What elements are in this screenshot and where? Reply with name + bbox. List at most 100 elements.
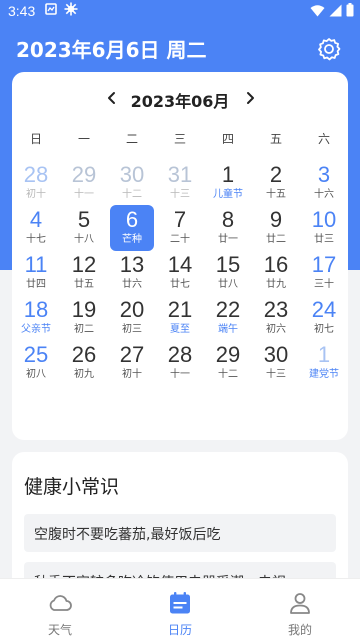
day-number: 28 bbox=[167, 342, 193, 367]
day-cell[interactable]: 17 三十 bbox=[300, 252, 348, 297]
week-row: 4 十七 5 十八 6 芒种 7 二十 8 廿一 9 廿二 10 廿三 bbox=[12, 205, 348, 252]
day-cell[interactable]: 3 十六 bbox=[300, 162, 348, 207]
lunar-label: 初三 bbox=[122, 324, 142, 335]
day-cell[interactable]: 29 十二 bbox=[204, 342, 252, 387]
day-cell[interactable]: 1 建党节 bbox=[300, 342, 348, 387]
signal-icon bbox=[329, 4, 342, 16]
day-cell[interactable]: 31 十三 bbox=[156, 162, 204, 207]
month-navigation: 2023年06月 bbox=[12, 86, 348, 111]
lunar-label: 廿五 bbox=[74, 279, 94, 290]
day-cell[interactable]: 6 芒种 bbox=[108, 205, 156, 252]
lunar-label: 廿九 bbox=[266, 279, 286, 290]
cloud-icon bbox=[49, 595, 72, 611]
day-number: 23 bbox=[263, 297, 289, 322]
calendar-card: 2023年06月 日 一 二 三 四 五 六 28 初十 29 十一 30 十二 31… bbox=[12, 72, 348, 440]
notification-icon bbox=[45, 3, 57, 15]
day-number: 31 bbox=[167, 162, 193, 187]
settings-gear-small-icon bbox=[64, 2, 78, 16]
day-number: 11 bbox=[24, 252, 48, 277]
day-cell[interactable]: 16 廿九 bbox=[252, 252, 300, 297]
lunar-label: 夏至 bbox=[170, 324, 190, 335]
nav-tab-calendar[interactable]: 日历 bbox=[120, 579, 240, 640]
weekday-header: 日 一 二 三 四 五 六 bbox=[12, 130, 348, 147]
day-cell[interactable]: 15 廿八 bbox=[204, 252, 252, 297]
day-number: 3 bbox=[317, 162, 331, 187]
lunar-label: 建党节 bbox=[309, 369, 339, 380]
lunar-label: 三十 bbox=[314, 279, 334, 290]
day-number: 18 bbox=[23, 297, 49, 322]
day-number: 1 bbox=[221, 162, 235, 187]
day-cell[interactable]: 4 十七 bbox=[12, 207, 60, 252]
day-cell[interactable]: 21 夏至 bbox=[156, 297, 204, 342]
lunar-label: 初七 bbox=[314, 324, 334, 335]
day-cell[interactable]: 29 十一 bbox=[60, 162, 108, 207]
lunar-label: 廿六 bbox=[122, 279, 142, 290]
lunar-label: 十六 bbox=[314, 189, 334, 200]
day-number: 24 bbox=[311, 297, 337, 322]
nav-label: 日历 bbox=[167, 623, 192, 637]
weekday-label: 五 bbox=[269, 132, 282, 146]
day-number: 1 bbox=[317, 342, 331, 367]
lunar-label: 廿二 bbox=[266, 234, 286, 245]
lunar-label: 廿一 bbox=[218, 234, 238, 245]
day-cell[interactable]: 7 二十 bbox=[156, 207, 204, 252]
day-cell[interactable]: 25 初八 bbox=[12, 342, 60, 387]
nav-tab-profile[interactable]: 我的 bbox=[240, 579, 360, 640]
day-cell[interactable]: 23 初六 bbox=[252, 297, 300, 342]
day-number: 27 bbox=[119, 342, 145, 367]
lunar-label: 十一 bbox=[170, 369, 190, 380]
day-cell[interactable]: 12 廿五 bbox=[60, 252, 108, 297]
day-number: 29 bbox=[71, 162, 97, 187]
next-month-button[interactable] bbox=[238, 86, 262, 110]
day-cell[interactable]: 28 初十 bbox=[12, 162, 60, 207]
day-cell[interactable]: 14 廿七 bbox=[156, 252, 204, 297]
chevron-right-icon bbox=[247, 92, 254, 104]
nav-tab-weather[interactable]: 天气 bbox=[0, 579, 120, 640]
day-cell[interactable]: 24 初七 bbox=[300, 297, 348, 342]
health-tips-card: 健康小常识 空腹时不要吃蕃茄,最好饭后吃 秋季不宜较多吃冷饮使用电器受潮，电视 bbox=[12, 452, 348, 592]
health-tip-item[interactable]: 空腹时不要吃蕃茄,最好饭后吃 bbox=[24, 514, 336, 552]
battery-icon bbox=[346, 3, 354, 17]
day-number: 9 bbox=[269, 207, 283, 232]
day-number: 10 bbox=[311, 207, 337, 232]
day-cell[interactable]: 28 十一 bbox=[156, 342, 204, 387]
day-number: 12 bbox=[71, 252, 97, 277]
lunar-label: 初十 bbox=[122, 369, 142, 380]
day-cell[interactable]: 10 廿三 bbox=[300, 207, 348, 252]
lunar-label: 芒种 bbox=[122, 234, 142, 245]
lunar-label: 父亲节 bbox=[21, 324, 51, 335]
day-cell[interactable]: 27 初十 bbox=[108, 342, 156, 387]
weekday-label: 三 bbox=[173, 132, 186, 146]
day-cell[interactable]: 30 十二 bbox=[108, 162, 156, 207]
day-cell[interactable]: 19 初二 bbox=[60, 297, 108, 342]
lunar-label: 十一 bbox=[74, 189, 94, 200]
day-cell[interactable]: 20 初三 bbox=[108, 297, 156, 342]
weekday-label: 六 bbox=[317, 132, 330, 146]
day-cell[interactable]: 30 十三 bbox=[252, 342, 300, 387]
day-cell[interactable]: 5 十八 bbox=[60, 207, 108, 252]
week-row: 25 初八 26 初九 27 初十 28 十一 29 十二 30 十三 1 建党节 bbox=[12, 342, 348, 387]
day-cell[interactable]: 13 廿六 bbox=[108, 252, 156, 297]
day-number: 22 bbox=[215, 297, 241, 322]
day-cell[interactable]: 9 廿二 bbox=[252, 207, 300, 252]
lunar-label: 廿三 bbox=[314, 234, 334, 245]
day-number: 16 bbox=[263, 252, 289, 277]
lunar-label: 十二 bbox=[122, 189, 142, 200]
day-number: 20 bbox=[119, 297, 145, 322]
day-cell[interactable]: 8 廿一 bbox=[204, 207, 252, 252]
nav-label: 天气 bbox=[47, 623, 72, 637]
month-title: 2023年06月 bbox=[130, 92, 230, 111]
weekday-label: 日 bbox=[29, 132, 42, 146]
day-number: 8 bbox=[221, 207, 235, 232]
day-cell[interactable]: 26 初九 bbox=[60, 342, 108, 387]
day-cell[interactable]: 22 端午 bbox=[204, 297, 252, 342]
lunar-label: 二十 bbox=[170, 234, 190, 245]
person-icon bbox=[290, 593, 310, 614]
settings-button[interactable] bbox=[315, 35, 343, 63]
lunar-label: 十七 bbox=[26, 234, 46, 245]
day-cell[interactable]: 1 儿童节 bbox=[204, 162, 252, 207]
day-cell[interactable]: 2 十五 bbox=[252, 162, 300, 207]
day-cell[interactable]: 11 廿四 bbox=[12, 252, 60, 297]
lunar-label: 初八 bbox=[26, 369, 46, 380]
day-cell[interactable]: 18 父亲节 bbox=[12, 297, 60, 342]
